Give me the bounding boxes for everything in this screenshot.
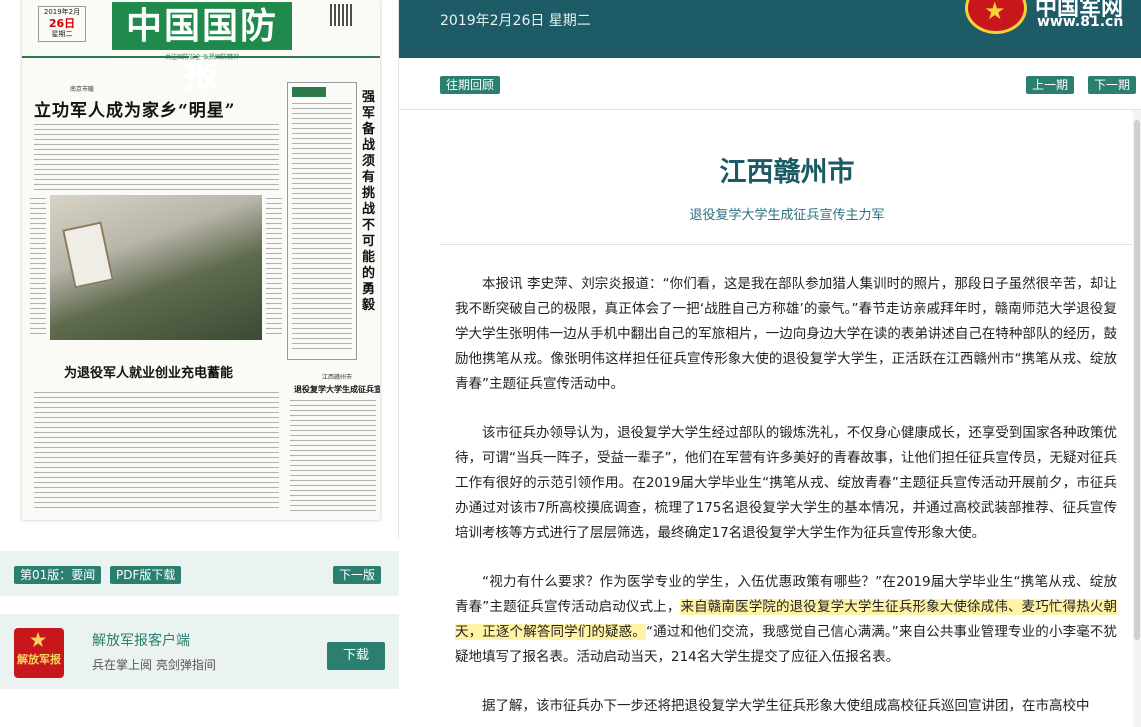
newspaper-headline-3[interactable]: 退役复学大学生成征兵宣传主力军 <box>294 384 380 395</box>
newspaper-page-image[interactable]: 2019年2月 26日 星期二 中国国防报 关注国防安全 弘扬国防精神 南京市暖… <box>22 0 380 520</box>
newspaper-name: 中国国防报 <box>112 2 292 95</box>
newspaper-photo <box>50 195 262 340</box>
newspaper-headline-2[interactable]: 为退役军人就业创业充电蓄能 <box>64 362 233 381</box>
pdf-download-button[interactable]: PDF版下载 <box>110 566 182 584</box>
star-icon: ★ <box>984 0 1006 25</box>
newspaper-text-block <box>290 400 376 512</box>
headline1-kicker: 南京市暖 <box>70 86 95 93</box>
qr-code-icon <box>330 4 352 26</box>
archive-button[interactable]: 往期回顾 <box>440 76 501 94</box>
sidebar-tag <box>292 87 326 97</box>
article-paragraph: 本报讯 李史萍、刘宗炎报道：“你们看，这是我在部队参加猎人集训时的照片，那段日子… <box>455 276 1117 392</box>
newspaper-text-block <box>292 103 352 353</box>
client-app-name[interactable]: 解放军报客户端 <box>92 630 190 650</box>
newspaper-page-frame: 2019年2月 26日 星期二 中国国防报 关注国防安全 弘扬国防精神 南京市暖… <box>0 0 399 539</box>
headline3-kicker: 江西赣州市 <box>322 374 353 381</box>
newspaper-text-block <box>266 198 282 338</box>
client-logo-text: 解放军报 <box>17 653 61 666</box>
newspaper-sidebar-box <box>287 82 357 360</box>
header-date: 2019年2月26日 星期二 <box>440 13 591 29</box>
masthead-date-day: 26日 <box>48 17 76 30</box>
next-issue-button[interactable]: 下一期 <box>1088 76 1137 94</box>
article-subtitle: 退役复学大学生成征兵宣传主力军 <box>689 208 885 223</box>
photo-frame <box>62 221 114 289</box>
top-header-bar: 2019年2月26日 星期二 ★ 中国军网 www.81.cn <box>399 0 1141 58</box>
next-edition-button[interactable]: 下一版 <box>333 566 382 584</box>
newspaper-tagline: 关注国防安全 弘扬国防精神 <box>165 54 239 61</box>
issue-nav-row: 往期回顾 上一期 下一期 <box>399 58 1141 110</box>
newspaper-vertical-headline[interactable]: 强军备战须有挑战不可能的勇毅 <box>362 90 378 314</box>
newspaper-masthead: 2019年2月 26日 星期二 中国国防报 关注国防安全 弘扬国防精神 <box>22 0 380 95</box>
star-icon: ★ <box>30 630 47 651</box>
newspaper-text-block <box>34 392 279 512</box>
jiefangjunbao-logo: ★ 解放军报 <box>14 628 64 678</box>
article-body: 本报讯 李史萍、刘宗炎报道：“你们看，这是我在部队参加猎人集训时的照片，那段日子… <box>455 272 1118 727</box>
article-title: 江西赣州市 <box>719 157 855 188</box>
prev-issue-button[interactable]: 上一期 <box>1026 76 1075 94</box>
page-label-button[interactable]: 第01版：要闻 <box>14 566 102 584</box>
client-download-button[interactable]: 下载 <box>327 642 385 670</box>
article-paragraph: 该市征兵办领导认为，退役复学大学生经过部队的锻炼洗礼，不仅身心健康成长，还享受到… <box>455 425 1117 541</box>
masthead-date-box: 2019年2月 26日 星期二 <box>38 6 86 42</box>
masthead-weekday: 星期二 <box>51 30 73 38</box>
newspaper-text-block <box>30 198 46 338</box>
article-paragraph: “视力有什么要求？作为医学专业的学生，入伍优惠政策有哪些？”在2019届大学毕业… <box>455 570 1118 670</box>
site-url[interactable]: www.81.cn <box>1037 14 1123 30</box>
title-divider <box>440 244 1134 245</box>
newspaper-headline-1[interactable]: 立功军人成为家乡“明星” <box>34 96 236 121</box>
newspaper-text-block <box>34 124 279 190</box>
left-panel: 2019年2月 26日 星期二 中国国防报 关注国防安全 弘扬国防精神 南京市暖… <box>0 0 399 727</box>
article-paragraph: 据了解，该市征兵办下一步还将把退役复学大学生征兵形象大使组成高校征兵巡回宣讲团，… <box>482 698 1090 714</box>
site-logo-emblem-icon[interactable]: ★ <box>965 0 1027 34</box>
client-app-slogan: 兵在掌上阅 亮剑弹指间 <box>92 658 216 672</box>
edition-bar: 第01版：要闻 PDF版下载 下一版 <box>0 551 399 596</box>
scrollbar-thumb[interactable] <box>1134 120 1140 640</box>
